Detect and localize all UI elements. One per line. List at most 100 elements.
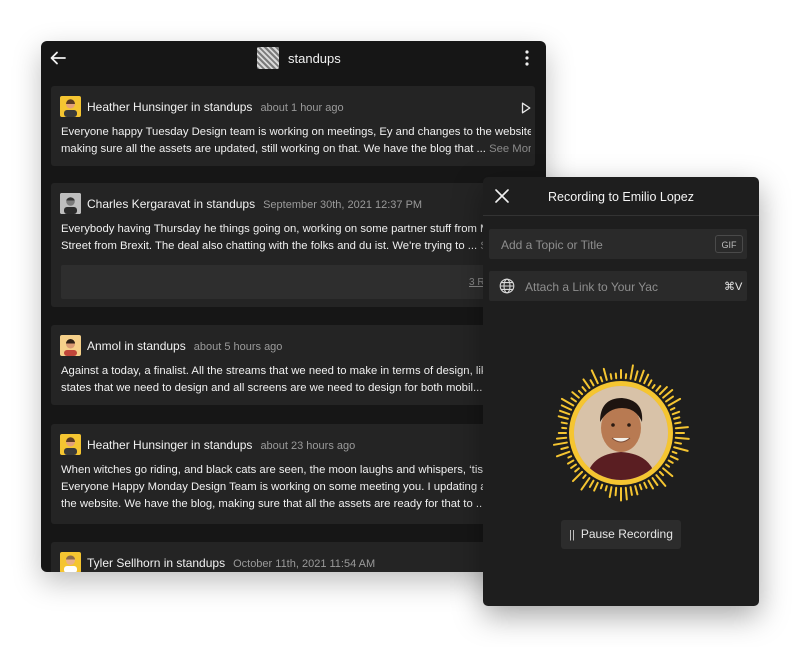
audio-level-tick [571, 470, 584, 483]
audio-level-tick [571, 391, 580, 399]
audio-level-tick [589, 379, 595, 387]
audio-level-tick [655, 385, 662, 392]
globe-icon [499, 278, 515, 294]
audio-level-tick [674, 421, 682, 425]
user-face-illustration [574, 386, 668, 480]
audio-level-tick [590, 369, 599, 385]
audio-level-tick [558, 409, 571, 416]
post-time: about 5 hours ago [193, 341, 283, 353]
post-line: making sure all the assets are updated, … [61, 143, 486, 155]
audio-level-tick [667, 459, 674, 464]
audio-level-tick [667, 397, 682, 407]
audio-level-tick [673, 446, 689, 452]
kebab-menu-icon[interactable] [521, 49, 533, 67]
audio-level-tick [582, 474, 587, 479]
post-header: Anmol in standups about 5 hours ago [87, 339, 282, 353]
post-header: Heather Hunsinger in standups about 23 ho… [87, 438, 355, 452]
audio-level-tick [665, 395, 675, 403]
topic-field: GIF [489, 229, 747, 261]
post-time: October 11th, 2021 11:54 AM [233, 558, 376, 570]
audio-level-tick [651, 384, 656, 389]
audio-level-tick [629, 486, 633, 496]
audio-level-tick [634, 485, 639, 496]
audio-level-tick [673, 416, 681, 420]
recording-avatar-waveform [552, 364, 690, 502]
post-card[interactable]: Tyler Sellhorn in standups October 11th, … [51, 542, 535, 572]
audio-level-tick [555, 436, 568, 440]
pause-recording-label: Pause Recording [580, 527, 673, 541]
audio-level-tick [604, 485, 608, 492]
feed-header: standups [41, 41, 546, 75]
audio-level-tick [581, 386, 587, 392]
link-input[interactable] [523, 271, 707, 303]
audio-level-tick [662, 467, 674, 478]
recording-title: Recording to Emilio Lopez [548, 190, 694, 204]
post-body: Everyone happy Tuesday Design team is wo… [61, 124, 531, 158]
audio-level-tick [665, 463, 671, 468]
avatar [60, 434, 81, 455]
audio-level-tick [674, 436, 690, 440]
audio-level-tick [671, 450, 678, 455]
audio-level-tick [614, 486, 618, 497]
audio-level-tick [669, 455, 679, 461]
post-line: Everybody having Thursday he things goin… [61, 223, 496, 235]
audio-level-tick [651, 477, 659, 487]
channel-name: standups [288, 51, 341, 66]
post-author: Tyler Sellhorn in standups [87, 556, 226, 570]
pause-icon: || [569, 529, 575, 541]
audio-level-tick [599, 376, 604, 383]
audio-level-tick [560, 421, 568, 425]
audio-level-tick [602, 367, 608, 381]
audio-level-tick [658, 386, 668, 396]
audio-level-tick [588, 479, 595, 488]
topic-input[interactable] [499, 229, 703, 261]
audio-level-tick [582, 378, 591, 389]
avatar [60, 552, 81, 572]
post-line: the website. We have the blog, making su… [61, 498, 486, 510]
audio-level-tick [647, 479, 655, 490]
post-card[interactable]: Heather Hunsinger in standups about 23 ho… [51, 424, 535, 524]
thread-replies[interactable]: 3 Rep [61, 265, 525, 299]
pause-recording-button[interactable]: || Pause Recording [561, 520, 681, 549]
audio-level-tick [629, 364, 634, 380]
post-header: Heather Hunsinger in standups about 1 hou… [87, 100, 344, 114]
post-line: Street from Brexit. The deal also chatti… [61, 240, 478, 252]
audio-level-tick [643, 481, 648, 489]
post-line: Everyone Happy Monday Design Team is wor… [61, 481, 505, 493]
recording-header: Recording to Emilio Lopez [483, 177, 759, 216]
post-author: Heather Hunsinger in standups [87, 100, 253, 114]
audio-level-tick [557, 415, 569, 420]
audio-level-tick [570, 463, 577, 469]
audio-level-tick [608, 486, 613, 499]
audio-level-tick [555, 450, 571, 458]
post-author: Anmol in standups [87, 339, 186, 353]
feed-window: standups Heather Hunsinger in standups ab… [41, 41, 546, 572]
post-card[interactable]: Heather Hunsinger in standups about 1 hou… [51, 86, 535, 166]
play-icon[interactable] [521, 102, 531, 114]
audio-level-tick [567, 455, 573, 459]
audio-level-tick [658, 470, 665, 477]
audio-level-tick [671, 410, 681, 416]
channel-thumbnail [257, 47, 279, 69]
post-card[interactable]: Charles Kergaravat in standups September … [51, 183, 535, 307]
audio-level-tick [634, 370, 639, 381]
avatar [60, 193, 81, 214]
audio-level-tick [552, 441, 568, 446]
see-more-link[interactable]: See More [489, 143, 531, 155]
audio-level-tick [566, 459, 575, 465]
audio-level-tick [570, 397, 577, 403]
post-author: Charles Kergaravat in standups [87, 197, 256, 211]
post-time: about 23 hours ago [260, 440, 356, 452]
back-arrow-icon[interactable] [49, 49, 67, 67]
post-line: Against a today, a finalist. All the str… [61, 365, 493, 377]
audio-level-tick [674, 441, 682, 445]
post-card[interactable]: Anmol in standups about 5 hours ago Again… [51, 325, 535, 405]
gif-button[interactable]: GIF [715, 235, 743, 253]
avatar [60, 96, 81, 117]
audio-level-tick [599, 483, 604, 490]
audio-level-tick [560, 404, 573, 411]
audio-level-tick [574, 467, 580, 473]
audio-level-tick [580, 477, 591, 491]
post-header: Tyler Sellhorn in standups October 11th, … [87, 556, 375, 570]
link-field: ⌘V [489, 271, 747, 303]
